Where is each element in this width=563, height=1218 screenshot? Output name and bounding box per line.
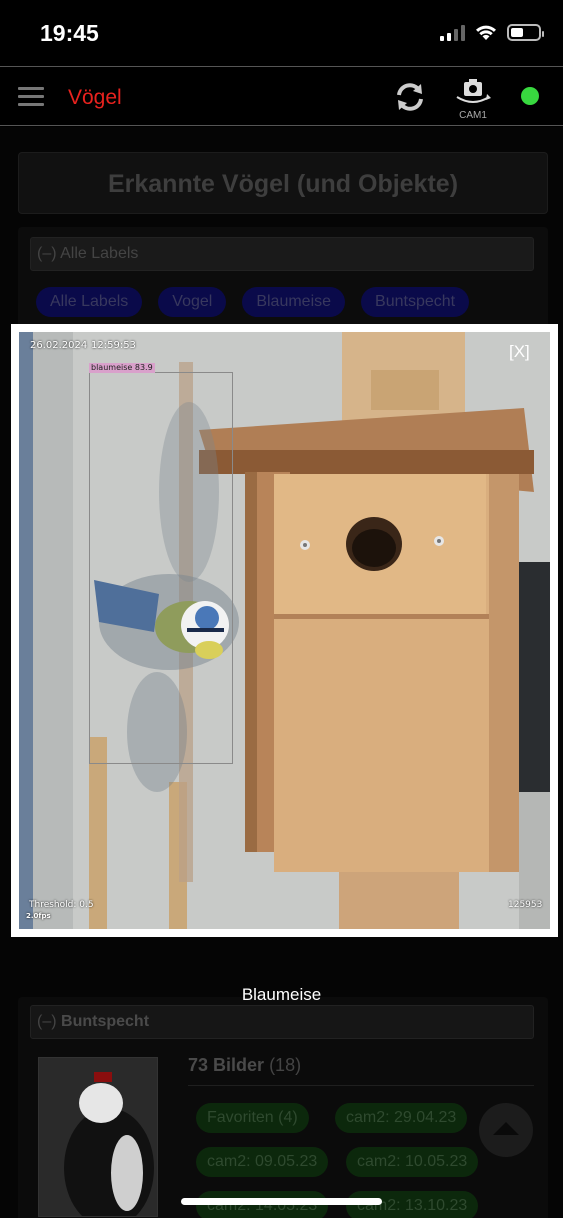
chip-date[interactable]: cam2: 29.04.23 <box>335 1103 468 1133</box>
cellular-signal-icon <box>440 24 465 41</box>
battery-icon <box>507 24 544 41</box>
close-modal-button[interactable]: [X] <box>509 342 530 362</box>
chip-favoriten[interactable]: Favoriten (4) <box>196 1103 309 1133</box>
labels-section: (–) Alle Labels Alle Labels Vogel Blaume… <box>18 227 548 337</box>
overlay-threshold: Threshold: 0.5 <box>29 900 94 910</box>
hamburger-menu-icon[interactable] <box>18 87 44 107</box>
chip-vogel[interactable]: Vogel <box>158 287 227 317</box>
chip-all-labels[interactable]: Alle Labels <box>36 287 143 317</box>
image-modal: blaumeise 83.9 26.02.2024 12:59:53 Thres… <box>11 324 558 937</box>
camera-label: CAM1 <box>459 110 487 121</box>
overlay-date: 26.02.2024 <box>30 340 88 351</box>
chip-date[interactable]: cam2: 09.05.23 <box>196 1147 329 1177</box>
app-header: Vögel CAM1 <box>0 66 563 126</box>
detection-photo: blaumeise 83.9 26.02.2024 12:59:53 Thres… <box>19 332 550 929</box>
detection-score: 83.9 <box>134 363 153 372</box>
image-caption: Blaumeise <box>241 985 322 1004</box>
wifi-icon <box>476 25 496 40</box>
refresh-icon[interactable] <box>393 80 427 114</box>
scroll-to-top-button[interactable] <box>479 1103 533 1157</box>
status-time: 19:45 <box>40 20 99 46</box>
species-name: Buntspecht <box>61 1013 150 1030</box>
detection-bounding-box <box>89 372 233 764</box>
label-filter-chips: Alle Labels Vogel Blaumeise Buntspecht <box>36 287 470 317</box>
chip-buntspecht[interactable]: Buntspecht <box>361 287 470 317</box>
labels-section-toggle[interactable]: (–) Alle Labels <box>30 237 534 271</box>
image-count: 73 Bilder (18) <box>188 1055 301 1076</box>
overlay-frame-number: 125953 <box>508 900 543 910</box>
detection-class: blaumeise <box>91 363 133 372</box>
page-title: Erkannte Vögel (und Objekte) <box>18 152 548 214</box>
species-thumbnail[interactable] <box>38 1057 158 1217</box>
chip-date[interactable]: cam2: 10.05.23 <box>346 1147 479 1177</box>
detection-label: blaumeise 83.9 <box>89 363 155 373</box>
camera-switch-icon <box>456 79 491 103</box>
status-bar: 19:45 <box>0 0 563 66</box>
status-icons <box>440 24 544 41</box>
chip-blaumeise[interactable]: Blaumeise <box>242 287 346 317</box>
overlay-time: 12:59:53 <box>91 340 136 351</box>
camera-switch-button[interactable]: CAM1 <box>453 77 493 121</box>
species-section-toggle[interactable]: (–) Buntspecht <box>30 1005 534 1039</box>
image-count-extra: (18) <box>269 1055 302 1075</box>
app-title: Vögel <box>68 86 122 109</box>
divider <box>188 1085 534 1086</box>
toggle-symbol: (–) <box>37 1013 57 1030</box>
overlay-fps: 2.0fps <box>26 912 51 920</box>
species-section: (–) Buntspecht 73 Bilder (18) Favoriten … <box>18 997 548 1218</box>
home-indicator[interactable] <box>181 1198 382 1205</box>
image-count-value: 73 Bilder <box>188 1055 265 1075</box>
connection-status-indicator <box>521 87 539 105</box>
